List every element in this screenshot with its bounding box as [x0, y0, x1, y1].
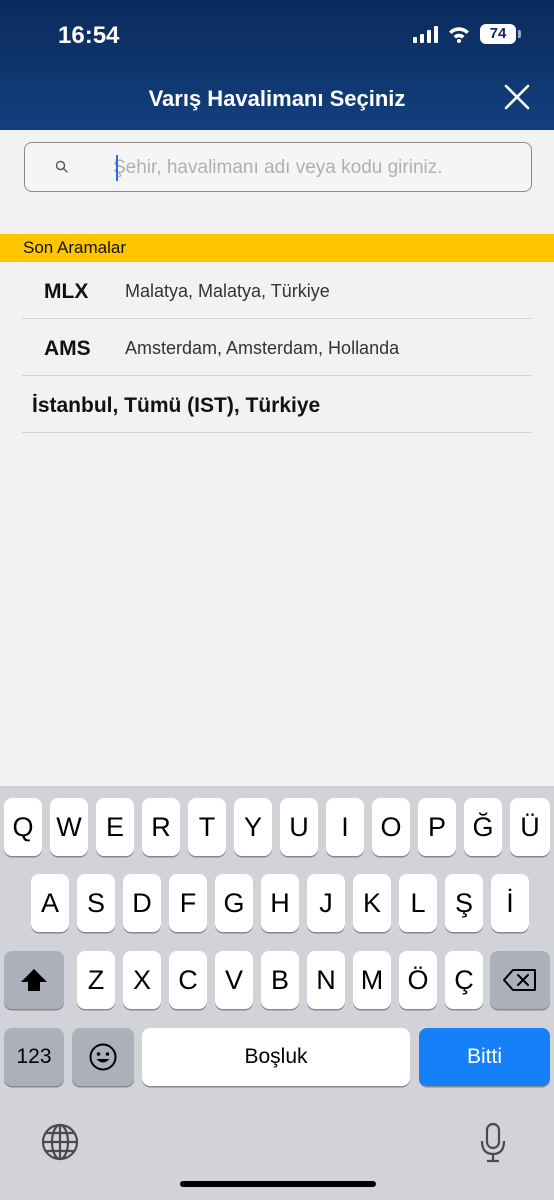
- airport-code: AMS: [44, 337, 91, 360]
- key-d[interactable]: D: [123, 874, 161, 932]
- airport-name: Amsterdam, Amsterdam, Hollanda: [125, 338, 400, 358]
- key-i-dot[interactable]: İ: [491, 874, 529, 932]
- search-input[interactable]: [113, 153, 523, 183]
- delete-key[interactable]: [490, 951, 550, 1009]
- home-indicator: [180, 1181, 376, 1187]
- backspace-icon: [503, 969, 536, 991]
- key-s[interactable]: S: [77, 874, 115, 932]
- key-c[interactable]: C: [169, 951, 207, 1009]
- key-v[interactable]: V: [215, 951, 253, 1009]
- key-b[interactable]: B: [261, 951, 299, 1009]
- close-icon[interactable]: [502, 82, 532, 112]
- key-i[interactable]: I: [326, 798, 364, 856]
- header: 16:54 74 Varış Havalimanı Seçiniz: [0, 0, 554, 130]
- key-c-cedilla[interactable]: Ç: [445, 951, 483, 1009]
- recent-item-ams[interactable]: AMS Amsterdam, Amsterdam, Hollanda: [22, 319, 532, 376]
- keyboard: Q W E R T Y U I O P Ğ Ü A S D F G H J K …: [0, 786, 554, 1200]
- key-e[interactable]: E: [96, 798, 134, 856]
- search-field[interactable]: [24, 142, 532, 192]
- shift-icon: [21, 969, 47, 991]
- key-l[interactable]: L: [399, 874, 437, 932]
- recent-item-mlx[interactable]: MLX Malatya, Malatya, Türkiye: [22, 262, 532, 319]
- key-w[interactable]: W: [50, 798, 88, 856]
- key-z[interactable]: Z: [77, 951, 115, 1009]
- signal-icon: [413, 25, 438, 43]
- done-key[interactable]: Bitti: [419, 1028, 550, 1086]
- key-u-umlaut[interactable]: Ü: [510, 798, 550, 856]
- key-s-cedilla[interactable]: Ş: [445, 874, 483, 932]
- key-t[interactable]: T: [188, 798, 226, 856]
- space-key[interactable]: Boşluk: [142, 1028, 410, 1086]
- key-h[interactable]: H: [261, 874, 299, 932]
- key-m[interactable]: M: [353, 951, 391, 1009]
- key-a[interactable]: A: [31, 874, 69, 932]
- key-k[interactable]: K: [353, 874, 391, 932]
- recent-searches-header: Son Aramalar: [0, 234, 554, 262]
- airport-name: Malatya, Malatya, Türkiye: [125, 281, 330, 301]
- numbers-key[interactable]: 123: [4, 1028, 64, 1086]
- status-icons: 74: [413, 24, 521, 44]
- globe-icon[interactable]: [40, 1122, 80, 1162]
- key-f[interactable]: F: [169, 874, 207, 932]
- key-q[interactable]: Q: [4, 798, 42, 856]
- key-g[interactable]: G: [215, 874, 253, 932]
- emoji-key[interactable]: [72, 1028, 134, 1086]
- key-y[interactable]: Y: [234, 798, 272, 856]
- page-title: Varış Havalimanı Seçiniz: [148, 86, 406, 111]
- shift-key[interactable]: [4, 951, 64, 1009]
- wifi-icon: [448, 26, 470, 43]
- status-time: 16:54: [58, 22, 120, 49]
- city-name: İstanbul, Tümü (IST), Türkiye: [32, 394, 321, 417]
- key-p[interactable]: P: [418, 798, 456, 856]
- key-n[interactable]: N: [307, 951, 345, 1009]
- search-icon: [55, 160, 69, 174]
- key-r[interactable]: R: [142, 798, 180, 856]
- key-o[interactable]: O: [372, 798, 410, 856]
- key-x[interactable]: X: [123, 951, 161, 1009]
- battery-icon: 74: [480, 24, 521, 44]
- key-o-umlaut[interactable]: Ö: [399, 951, 437, 1009]
- airport-code: MLX: [44, 280, 89, 303]
- emoji-icon: [89, 1043, 117, 1071]
- key-g-breve[interactable]: Ğ: [464, 798, 502, 856]
- microphone-icon[interactable]: [479, 1122, 507, 1164]
- recent-item-istanbul[interactable]: İstanbul, Tümü (IST), Türkiye: [22, 376, 532, 433]
- key-j[interactable]: J: [307, 874, 345, 932]
- key-u[interactable]: U: [280, 798, 318, 856]
- text-caret: [116, 155, 118, 181]
